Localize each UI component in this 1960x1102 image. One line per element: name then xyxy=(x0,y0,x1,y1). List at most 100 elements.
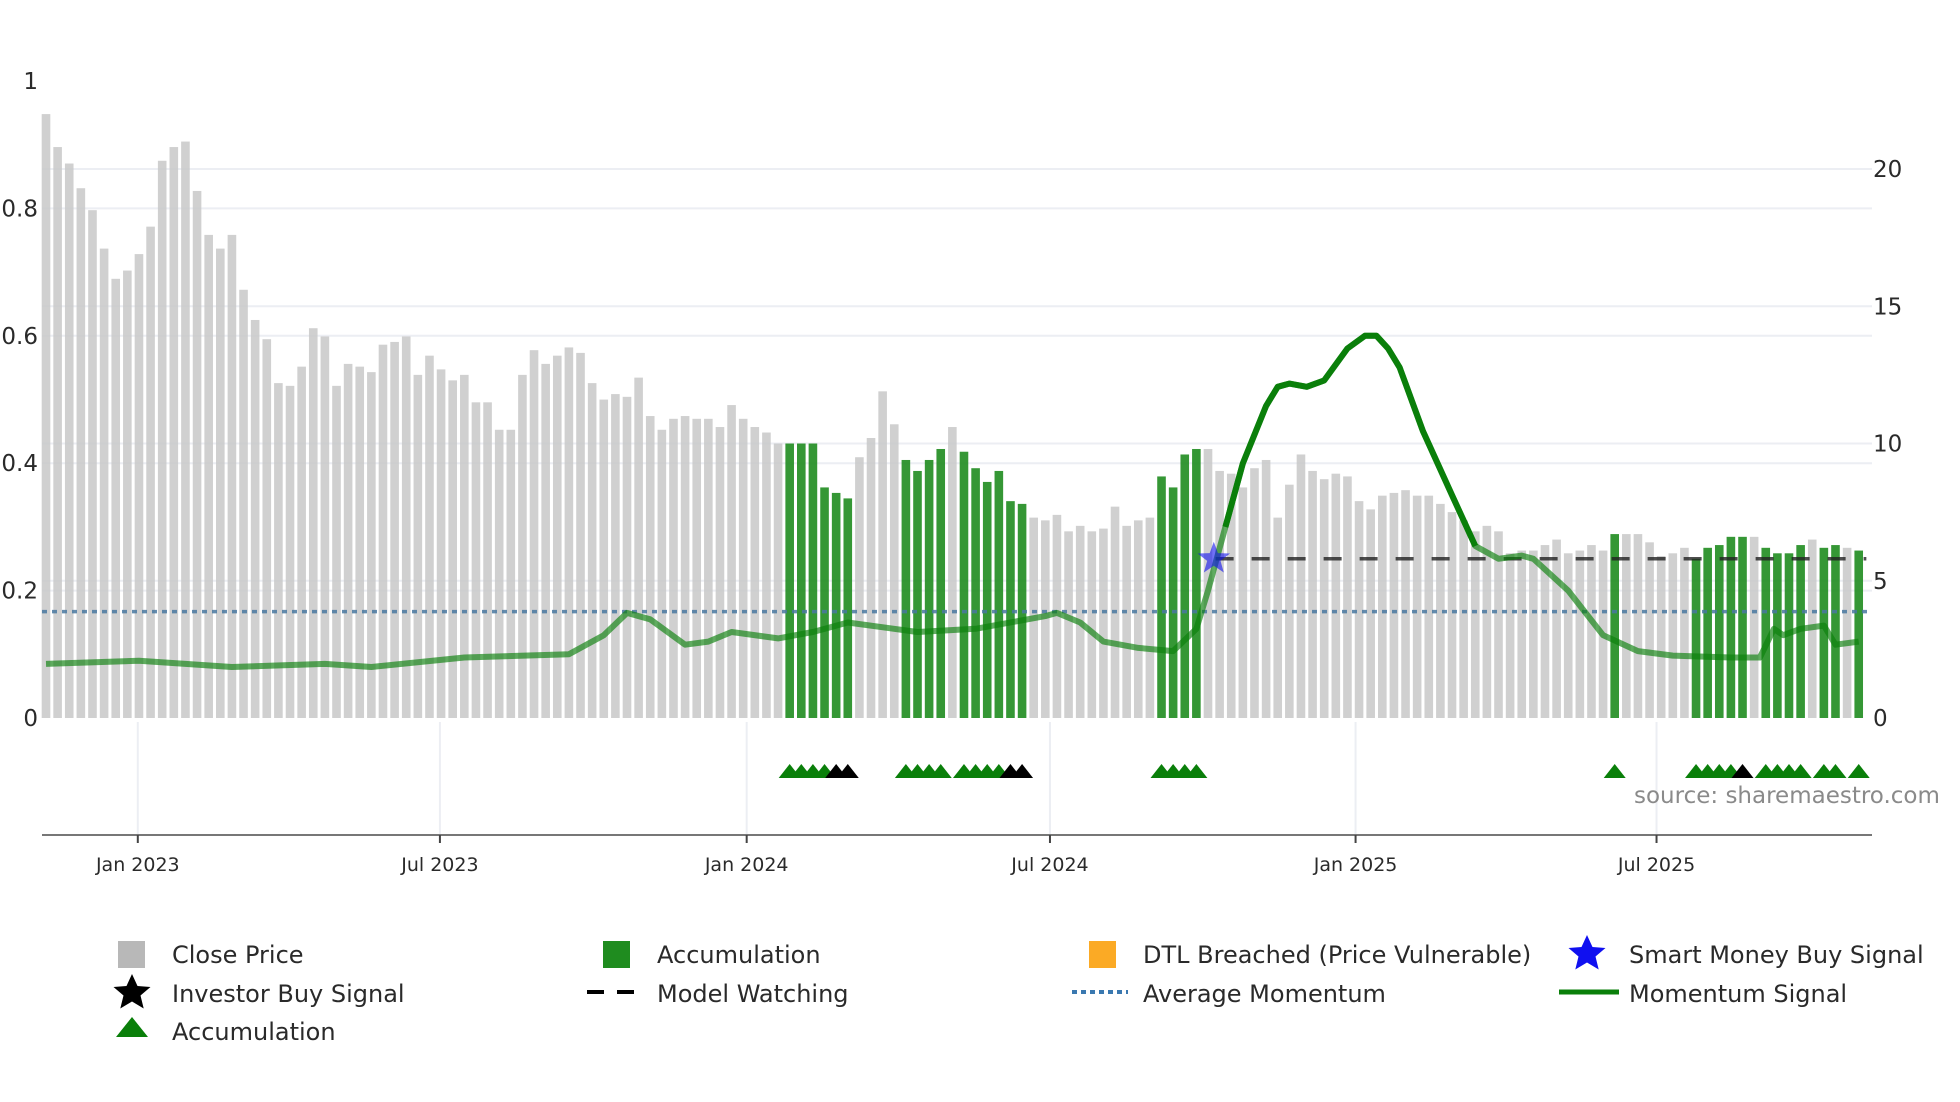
close-price-bar xyxy=(460,374,469,718)
close-price-bar xyxy=(53,147,62,719)
left-tick-label: 0.4 xyxy=(1,451,38,477)
legend-model-watching[interactable]: Model Watching xyxy=(657,980,849,1008)
accumulation-bar xyxy=(994,470,1004,718)
left-tick-label: 0.6 xyxy=(1,324,38,350)
close-price-bar xyxy=(1412,495,1422,718)
close-price-bar xyxy=(1343,476,1352,718)
accumulation-bar xyxy=(1854,550,1864,718)
legend-close-price[interactable]: Close Price xyxy=(172,941,304,969)
accumulation-bar xyxy=(785,443,794,718)
close-price-bar xyxy=(1563,553,1573,718)
close-price-bar xyxy=(750,427,760,718)
close-price-bar xyxy=(1668,553,1678,718)
accumulation-bar xyxy=(1703,547,1712,718)
close-price-bar xyxy=(948,427,957,718)
accumulation-bar xyxy=(1180,454,1190,718)
legend-accumulation-marker[interactable]: Accumulation xyxy=(172,1018,336,1046)
close-price-bar xyxy=(1529,550,1538,718)
close-price-bar xyxy=(1366,509,1375,718)
close-price-bar xyxy=(1238,487,1248,718)
close-price-bar xyxy=(1285,484,1294,718)
close-price-bar xyxy=(134,254,144,718)
accumulation-bar xyxy=(982,481,992,718)
close-price-bar xyxy=(332,385,341,718)
x-tick-label: Jul 2025 xyxy=(1617,854,1695,876)
legend-dtl-breached[interactable]: DTL Breached (Price Vulnerable) xyxy=(1143,941,1531,969)
close-price-bar xyxy=(704,418,713,718)
left-tick-label: 0.8 xyxy=(1,196,38,222)
right-tick-label: 10 xyxy=(1873,432,1902,458)
accumulation-bar xyxy=(1192,448,1201,718)
close-price-bar xyxy=(669,418,678,718)
close-price-bar xyxy=(239,289,248,718)
close-price-bar xyxy=(1378,495,1387,718)
right-tick-label: 5 xyxy=(1873,569,1888,595)
close-price-bar xyxy=(1447,512,1457,718)
close-price-bar xyxy=(1354,501,1364,718)
close-price-bar xyxy=(157,160,167,718)
close-price-bar xyxy=(1273,517,1283,718)
close-price-bar xyxy=(564,347,574,718)
close-price-bar xyxy=(1656,556,1666,718)
close-price-bar xyxy=(727,405,736,718)
close-price-bar xyxy=(1517,550,1527,718)
close-price-bar xyxy=(483,402,492,718)
legend-momentum-signal[interactable]: Momentum Signal xyxy=(1629,980,1847,1008)
close-price-bar xyxy=(1645,542,1654,718)
close-price-bar xyxy=(541,363,550,718)
close-price-bar xyxy=(692,418,702,718)
close-price-bar xyxy=(1122,525,1131,718)
close-price-bar xyxy=(855,457,864,718)
x-tick-label: Jul 2023 xyxy=(400,854,478,876)
x-tick-label: Jan 2025 xyxy=(1313,854,1398,876)
accumulation-bar xyxy=(924,459,934,718)
legend-accumulation-bar[interactable]: Accumulation xyxy=(657,941,821,969)
close-price-bar xyxy=(552,355,562,718)
close-price-bar xyxy=(529,350,539,718)
close-price-bar xyxy=(308,328,318,718)
close-price-bar xyxy=(285,385,295,718)
close-price-bar xyxy=(76,188,86,719)
legend-average-momentum[interactable]: Average Momentum xyxy=(1143,980,1386,1008)
close-price-bar xyxy=(1633,534,1643,718)
close-price-bar xyxy=(320,336,330,718)
close-price-bar xyxy=(738,418,748,718)
close-price-bar xyxy=(1505,553,1515,718)
close-price-bar xyxy=(657,429,667,718)
right-tick-label: 15 xyxy=(1873,294,1902,320)
close-price-bar xyxy=(680,416,690,718)
close-price-bar xyxy=(1064,531,1073,718)
close-price-bar xyxy=(88,210,97,719)
accumulation-bar xyxy=(1714,545,1724,718)
accumulation-bar xyxy=(901,459,911,718)
close-price-bar xyxy=(192,190,202,718)
accumulation-bar xyxy=(1610,534,1619,718)
legend-investor-buy[interactable]: Investor Buy Signal xyxy=(172,980,405,1008)
accumulation-bar xyxy=(843,498,853,718)
legend-accumulation-swatch xyxy=(603,941,630,968)
close-price-bar xyxy=(1133,520,1143,718)
accumulation-bar xyxy=(797,443,806,718)
accumulation-bar xyxy=(913,470,922,718)
accumulation-bar xyxy=(959,451,969,718)
x-tick-label: Jan 2023 xyxy=(95,854,180,876)
close-price-bar xyxy=(1424,495,1434,718)
close-price-bar xyxy=(1680,547,1689,718)
accumulation-marker xyxy=(1603,764,1626,778)
right-tick-label: 0 xyxy=(1873,706,1888,732)
close-price-bar xyxy=(494,429,504,718)
close-price-bar xyxy=(413,374,423,718)
legend-smart-money[interactable]: Smart Money Buy Signal xyxy=(1629,941,1924,969)
legend-investor-star-icon xyxy=(113,974,151,1009)
close-price-bar xyxy=(1319,479,1329,718)
close-price-bar xyxy=(41,114,51,719)
left-tick-label: 1 xyxy=(23,69,38,95)
close-price-bar xyxy=(1250,468,1259,718)
close-price-bar xyxy=(1622,534,1631,718)
left-tick-label: 0.2 xyxy=(1,579,38,605)
accumulation-bar xyxy=(1691,558,1701,718)
left-tick-label: 0 xyxy=(23,706,38,732)
close-price-bar xyxy=(762,432,771,718)
close-price-bar xyxy=(1749,536,1759,718)
close-price-bar xyxy=(634,377,643,718)
